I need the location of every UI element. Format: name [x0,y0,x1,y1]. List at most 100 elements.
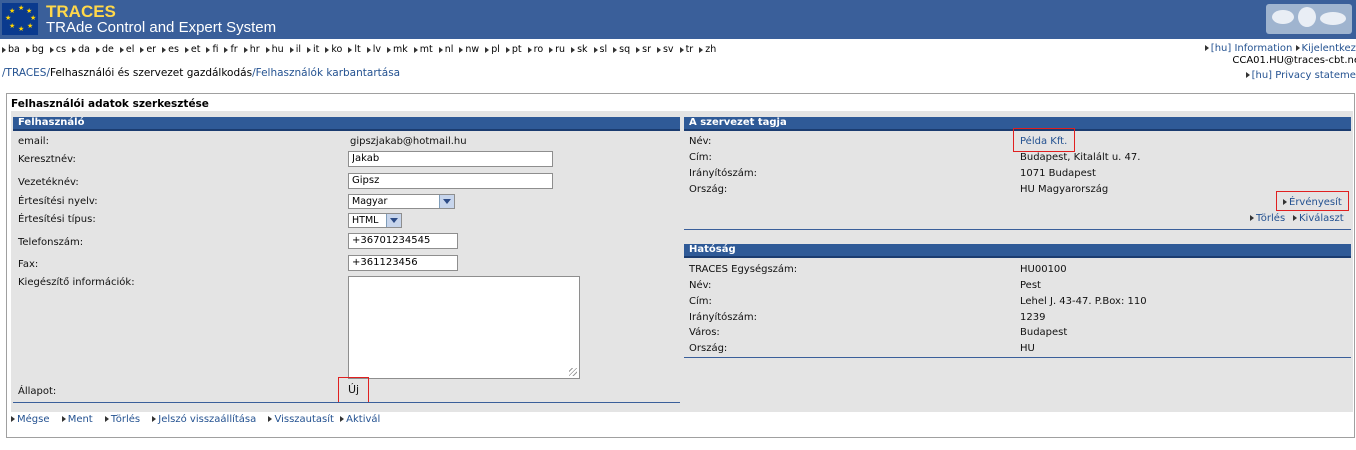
language-link-it[interactable]: it [306,44,319,55]
org-delete-link[interactable]: Törlés [1250,213,1285,224]
language-link-pl[interactable]: pl [485,44,500,55]
arrow-icon [1245,72,1250,78]
arrow-icon [2,46,6,53]
breadcrumb-section: Felhasználói és szervezet gazdálkodás [50,67,253,79]
org-name-label: Név: [689,136,712,147]
org-select-link[interactable]: Kiválaszt [1293,213,1344,224]
language-code: es [168,44,179,55]
save-label: Ment [67,414,93,425]
language-link-bg[interactable]: bg [25,44,44,55]
arrow-icon [95,46,100,53]
language-link-ro[interactable]: ro [527,44,543,55]
validate-link[interactable]: Érvényesít [1283,197,1342,208]
validate-label: Érvényesít [1289,197,1342,208]
save-button[interactable]: Ment [61,414,93,425]
language-link-mk[interactable]: mk [386,44,408,55]
notif-type-select[interactable]: HTML [348,213,402,228]
lastname-field[interactable] [348,173,553,189]
language-link-fr[interactable]: fr [224,44,238,55]
breadcrumb-page[interactable]: Felhasználók karbantartása [256,67,401,79]
language-link-cs[interactable]: cs [49,44,67,55]
chevron-down-icon[interactable] [386,214,401,227]
language-link-nl[interactable]: nl [438,44,453,55]
auth-country-value: HU [1020,343,1035,354]
language-code: sr [642,44,651,55]
language-code: fi [212,44,219,55]
language-link-el[interactable]: el [119,44,134,55]
language-link-fi[interactable]: fi [206,44,218,55]
auth-city-value: Budapest [1020,327,1068,338]
language-link-lt[interactable]: lt [348,44,361,55]
logout-link[interactable]: Kijelentkezé [1302,43,1356,54]
page-title: Felhasználói adatok szerkesztése [11,98,209,110]
privacy-link[interactable]: [hu] Privacy statemer [1245,70,1356,81]
language-link-ru[interactable]: ru [549,44,565,55]
email-label: email: [18,136,49,147]
chevron-down-icon[interactable] [439,195,454,208]
lang-indicator[interactable]: [hu] [1211,43,1231,54]
language-link-pt[interactable]: pt [505,44,522,55]
firstname-label: Keresztnév: [18,154,76,165]
language-link-et[interactable]: et [184,44,200,55]
language-link-il[interactable]: il [289,44,301,55]
language-code: bg [31,44,44,55]
language-link-de[interactable]: de [95,44,114,55]
language-link-sq[interactable]: sq [613,44,630,55]
privacy-label: Privacy statemer [1275,70,1356,81]
language-code: da [78,44,90,55]
org-zip-label: Irányítószám: [689,168,757,179]
information-link[interactable]: Information [1234,43,1292,54]
language-link-lv[interactable]: lv [366,44,381,55]
arrow-icon [243,46,248,53]
language-code: il [295,44,301,55]
activate-button[interactable]: Aktivál [340,414,380,425]
language-link-da[interactable]: da [72,44,90,55]
arrow-icon [325,46,330,53]
language-link-es[interactable]: es [162,44,179,55]
arrow-icon [119,46,124,53]
language-link-hu[interactable]: hu [265,44,284,55]
language-code: cs [55,44,67,55]
user-panel-divider [13,402,680,403]
arrow-icon [340,416,345,422]
extra-info-textarea[interactable] [348,276,580,379]
language-link-ba[interactable]: ba [2,44,20,55]
reset-password-button[interactable]: Jelszó visszaállítása [152,414,256,425]
notif-lang-select[interactable]: Magyar [348,194,455,209]
language-link-ko[interactable]: ko [325,44,342,55]
auth-name-label: Név: [689,280,712,291]
language-code: sl [599,44,608,55]
language-link-zh[interactable]: zh [699,44,716,55]
language-code: mk [392,44,408,55]
fax-field[interactable] [348,255,458,271]
reset-password-label: Jelszó visszaállítása [158,414,257,425]
firstname-field[interactable] [348,151,553,167]
language-link-sv[interactable]: sv [656,44,674,55]
delete-button[interactable]: Törlés [104,414,140,425]
resize-grip-icon[interactable] [569,368,577,376]
arrow-icon [699,46,704,53]
language-link-er[interactable]: er [140,44,156,55]
phone-field[interactable] [348,233,458,249]
arrow-icon [413,46,418,53]
language-link-nw[interactable]: nw [459,44,479,55]
cancel-button[interactable]: Mégse [11,414,50,425]
reject-button[interactable]: Visszautasít [268,414,334,425]
status-value: Új [348,383,360,396]
language-link-sk[interactable]: sk [571,44,588,55]
phone-label: Telefonszám: [18,237,84,248]
arrow-icon [184,46,189,53]
language-link-tr[interactable]: tr [679,44,693,55]
breadcrumb-root[interactable]: /TRACES/ [2,67,50,79]
language-link-sr[interactable]: sr [636,44,651,55]
arrow-icon [679,46,684,53]
auth-zip-value: 1239 [1020,312,1046,323]
language-link-sl[interactable]: sl [593,44,608,55]
language-code: sk [577,44,588,55]
org-name-link[interactable]: Példa Kft. [1020,136,1067,147]
language-link-hr[interactable]: hr [243,44,260,55]
arrow-icon [366,46,371,53]
notif-lang-label: Értesítési nyelv: [18,196,98,207]
arrow-icon [49,46,54,53]
language-link-mt[interactable]: mt [413,44,433,55]
